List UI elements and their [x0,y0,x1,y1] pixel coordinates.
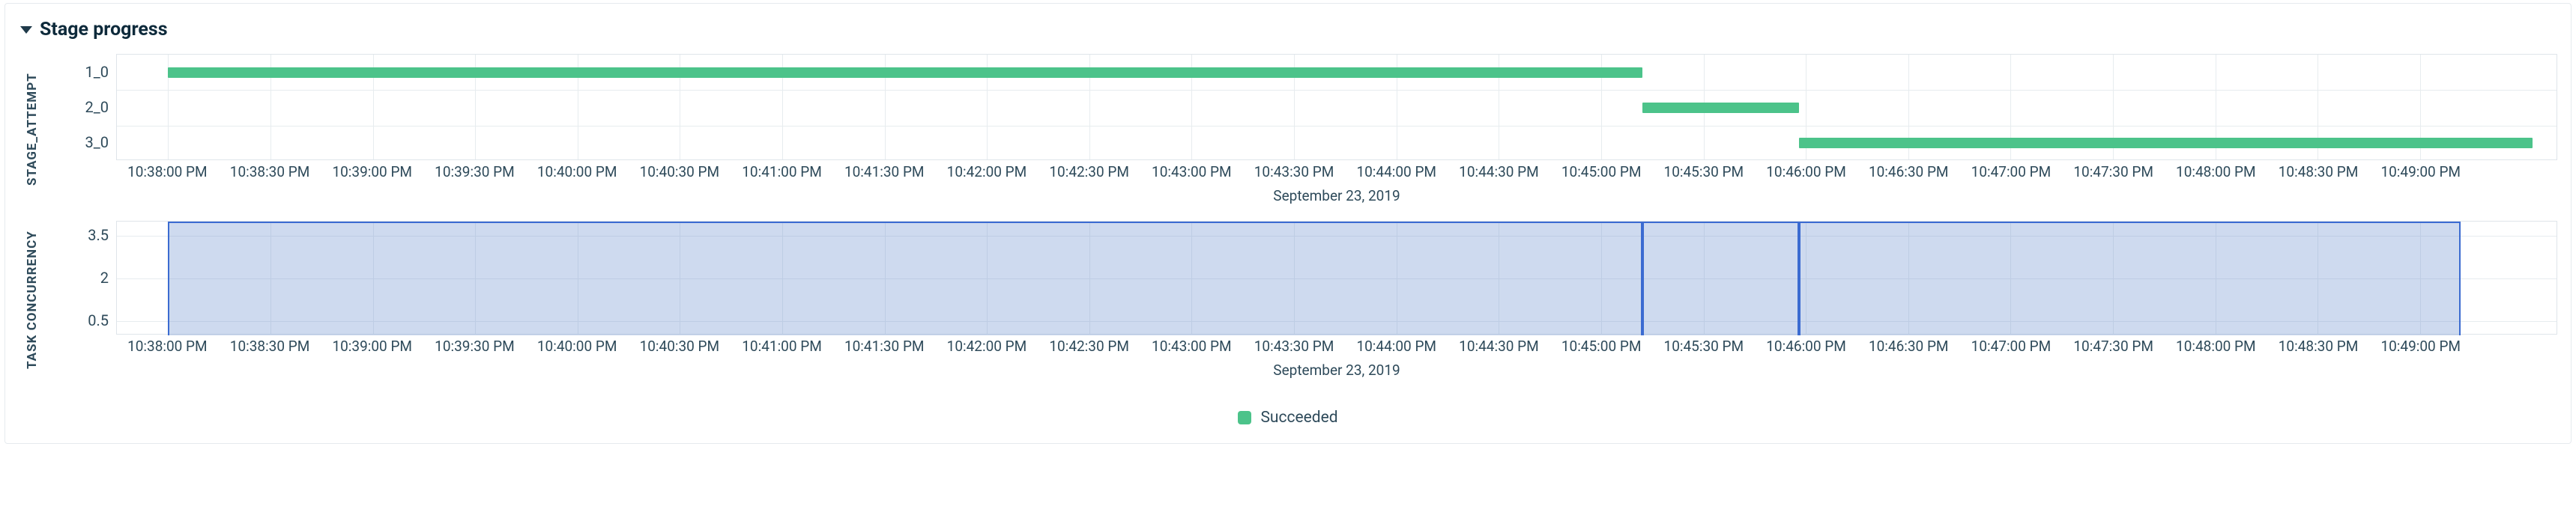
xtick-label: 10:45:00 PM [1561,338,1642,355]
xtick-label: 10:45:00 PM [1561,163,1642,180]
gridline-h [117,126,2557,127]
xtick-label: 10:46:30 PM [1869,338,1949,355]
xtick-label: 10:46:30 PM [1869,163,1949,180]
xtick-label: 10:48:00 PM [2176,338,2256,355]
legend-label: Succeeded [1260,409,1337,427]
panel-title: Stage progress [40,19,168,40]
stage-attempt-yaxis: 1_0 2_0 3_0 [46,54,116,204]
task-concurrency-xaxis: 10:38:00 PM 10:38:30 PM 10:39:00 PM 10:39:3… [116,338,2557,359]
xtick-label: 10:39:30 PM [435,163,515,180]
xtick-label: 10:47:00 PM [1971,163,2052,180]
xtick-label: 10:41:30 PM [844,163,925,180]
xtick-label: 10:45:30 PM [1664,338,1744,355]
xtick-label: 10:43:30 PM [1254,338,1334,355]
task-concurrency-chart: TASK CONCURRENCY 0.523.5 10:38:00 PM10:3… [19,221,2557,379]
xtick-label: 10:39:00 PM [332,338,412,355]
xtick-label: 10:46:00 PM [1766,338,1846,355]
stage-attempt-chart: STAGE_ATTEMPT 1_02_03_0 10:38:00 PM10:38… [19,54,2557,204]
charts-container: STAGE_ATTEMPT 1_02_03_0 10:38:00 PM10:38… [19,54,2557,427]
ytick-label: 3_0 [85,133,109,151]
stage-attempt-xtitle: September 23, 2019 [116,187,2557,204]
stage-progress-panel: Stage progress STAGE_ATTEMPT 1_0 2_0 3_0 1… [4,3,2572,444]
xtick-label: 10:41:00 PM [742,163,822,180]
ytick-label: 0.5 [88,311,109,329]
legend-swatch [1238,411,1251,424]
xtick-label: 10:42:30 PM [1049,338,1129,355]
stage-attempt-xaxis: 10:38:00 PM 10:38:30 PM 10:39:00 PM 10:39:3… [116,163,2557,184]
stage-bar[interactable] [168,67,1642,78]
xtick-label: 10:44:30 PM [1459,163,1539,180]
xtick-label: 10:49:00 PM [2380,338,2461,355]
concurrency-segment[interactable] [1799,222,2461,335]
concurrency-segment[interactable] [1642,222,1799,335]
xtick-label: 10:43:00 PM [1152,163,1232,180]
ytick-label: 2 [100,269,109,287]
concurrency-segment[interactable] [168,222,1642,335]
xtick-label: 10:44:00 PM [1356,338,1436,355]
xtick-label: 10:47:30 PM [2073,338,2153,355]
xtick-label: 10:38:00 PM [127,163,208,180]
chart-legend: Succeeded [19,409,2557,427]
xtick-label: 10:39:30 PM [435,338,515,355]
xtick-label: 10:44:30 PM [1459,338,1539,355]
xtick-label: 10:38:00 PM [127,338,208,355]
xtick-label: 10:45:30 PM [1664,163,1744,180]
xtick-label: 10:44:00 PM [1356,163,1436,180]
xtick-label: 10:42:00 PM [947,338,1027,355]
xtick-label: 10:41:30 PM [844,338,925,355]
stage-attempt-plot[interactable] [116,54,2557,160]
stage-bar[interactable] [1799,138,2533,148]
xtick-label: 10:48:30 PM [2279,338,2359,355]
xtick-label: 10:39:00 PM [332,163,412,180]
xtick-label: 10:47:30 PM [2073,163,2153,180]
xtick-label: 10:48:00 PM [2176,163,2256,180]
stage-bar[interactable] [1642,103,1799,113]
ytick-label: 1_0 [85,63,109,81]
xtick-label: 10:40:30 PM [640,338,720,355]
ytick-label: 2_0 [85,98,109,116]
xtick-label: 10:38:30 PM [230,338,310,355]
task-concurrency-plot[interactable] [116,221,2557,335]
xtick-label: 10:43:00 PM [1152,338,1232,355]
xtick-label: 10:40:00 PM [537,163,617,180]
task-concurrency-ylabel: TASK CONCURRENCY [19,221,46,379]
xtick-label: 10:43:30 PM [1254,163,1334,180]
xtick-label: 10:41:00 PM [742,338,822,355]
panel-header[interactable]: Stage progress [19,14,2557,54]
ytick-label: 3.5 [88,226,109,244]
xtick-label: 10:49:00 PM [2380,163,2461,180]
xtick-label: 10:47:00 PM [1971,338,2052,355]
xtick-label: 10:40:00 PM [537,338,617,355]
stage-attempt-ylabel: STAGE_ATTEMPT [19,54,46,204]
caret-down-icon [20,26,32,34]
gridline-h [117,90,2557,91]
xtick-label: 10:48:30 PM [2279,163,2359,180]
task-concurrency-xtitle: September 23, 2019 [116,362,2557,379]
xtick-label: 10:38:30 PM [230,163,310,180]
xtick-label: 10:42:00 PM [947,163,1027,180]
xtick-label: 10:42:30 PM [1049,163,1129,180]
xtick-label: 10:40:30 PM [640,163,720,180]
task-concurrency-yaxis: 0.5 2 3.5 [46,221,116,379]
xtick-label: 10:46:00 PM [1766,163,1846,180]
